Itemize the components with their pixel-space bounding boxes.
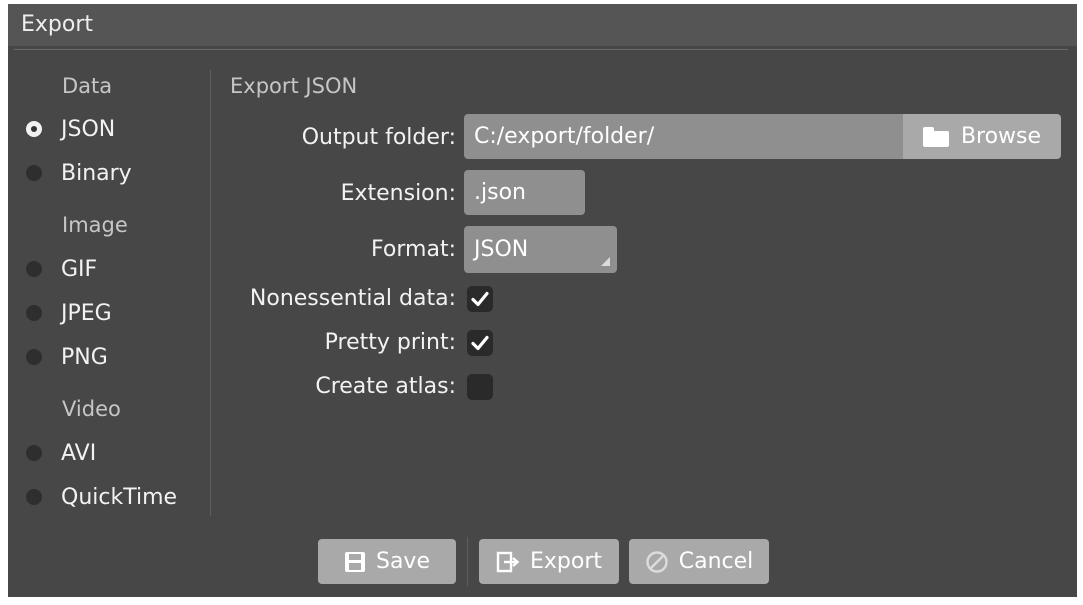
sidebar-item-label: AVI	[61, 440, 97, 466]
pretty-print-label: Pretty print:	[324, 330, 456, 355]
sidebar-item-label: QuickTime	[61, 484, 178, 510]
title-divider	[14, 49, 1068, 50]
cancel-button-label: Cancel	[678, 549, 754, 574]
checkmark-icon	[471, 291, 489, 307]
save-button-label: Save	[375, 549, 430, 574]
radio-icon[interactable]	[26, 165, 42, 181]
sidebar-item-jpeg[interactable]: JPEG	[26, 297, 112, 329]
cancel-button[interactable]: Cancel	[629, 539, 769, 584]
nonessential-data-label: Nonessential data:	[249, 286, 456, 311]
export-icon	[496, 551, 520, 573]
sidebar-header-video: Video	[62, 397, 121, 421]
sidebar-item-avi[interactable]: AVI	[26, 437, 96, 469]
panel-title: Export JSON	[230, 74, 358, 98]
output-folder-input[interactable]: C:/export/folder/	[464, 114, 904, 159]
folder-icon	[922, 126, 949, 147]
sidebar-item-label: Binary	[61, 160, 132, 186]
sidebar-item-label: PNG	[61, 344, 108, 370]
export-button-label: Export	[529, 549, 602, 574]
title-bar[interactable]: Export	[8, 4, 1077, 46]
dropdown-corner-icon	[601, 257, 610, 266]
sidebar-item-json[interactable]: JSON	[26, 113, 115, 145]
sidebar-item-label: JSON	[61, 116, 116, 142]
sidebar-item-binary[interactable]: Binary	[26, 157, 132, 189]
sidebar-header-image: Image	[62, 213, 128, 237]
extension-value: .json	[474, 180, 526, 205]
output-folder-value: C:/export/folder/	[474, 124, 655, 149]
create-atlas-label: Create atlas:	[315, 374, 456, 399]
pretty-print-checkbox[interactable]	[467, 330, 493, 356]
cancel-icon	[645, 550, 669, 574]
radio-icon[interactable]	[26, 489, 42, 505]
save-button[interactable]: Save	[318, 539, 456, 584]
sidebar-header-data: Data	[62, 74, 113, 98]
format-select[interactable]: JSON	[464, 226, 617, 273]
button-divider	[467, 537, 468, 586]
format-label: Format:	[371, 237, 456, 262]
sidebar-item-gif[interactable]: GIF	[26, 253, 97, 285]
radio-icon[interactable]	[26, 445, 42, 461]
sidebar-item-png[interactable]: PNG	[26, 341, 108, 373]
export-button[interactable]: Export	[479, 539, 619, 584]
sidebar-item-quicktime[interactable]: QuickTime	[26, 481, 177, 513]
extension-label: Extension:	[340, 181, 456, 206]
output-folder-label: Output folder:	[301, 125, 456, 150]
sidebar-divider	[210, 70, 211, 516]
checkmark-icon	[471, 335, 489, 351]
extension-input[interactable]: .json	[464, 170, 585, 215]
format-value: JSON	[474, 237, 529, 262]
browse-button-label: Browse	[960, 124, 1042, 149]
radio-icon[interactable]	[26, 305, 42, 321]
dialog-title: Export	[21, 12, 94, 37]
export-dialog: Export Data JSON Binary Image GIF JPEG P…	[8, 4, 1077, 597]
nonessential-data-checkbox[interactable]	[467, 286, 493, 312]
radio-icon[interactable]	[26, 261, 42, 277]
browse-button[interactable]: Browse	[903, 114, 1061, 159]
radio-icon[interactable]	[26, 349, 42, 365]
save-icon	[344, 551, 366, 573]
sidebar-item-label: JPEG	[61, 300, 112, 326]
create-atlas-checkbox[interactable]	[467, 374, 493, 400]
sidebar-item-label: GIF	[61, 256, 98, 282]
radio-selected-icon[interactable]	[26, 121, 42, 137]
